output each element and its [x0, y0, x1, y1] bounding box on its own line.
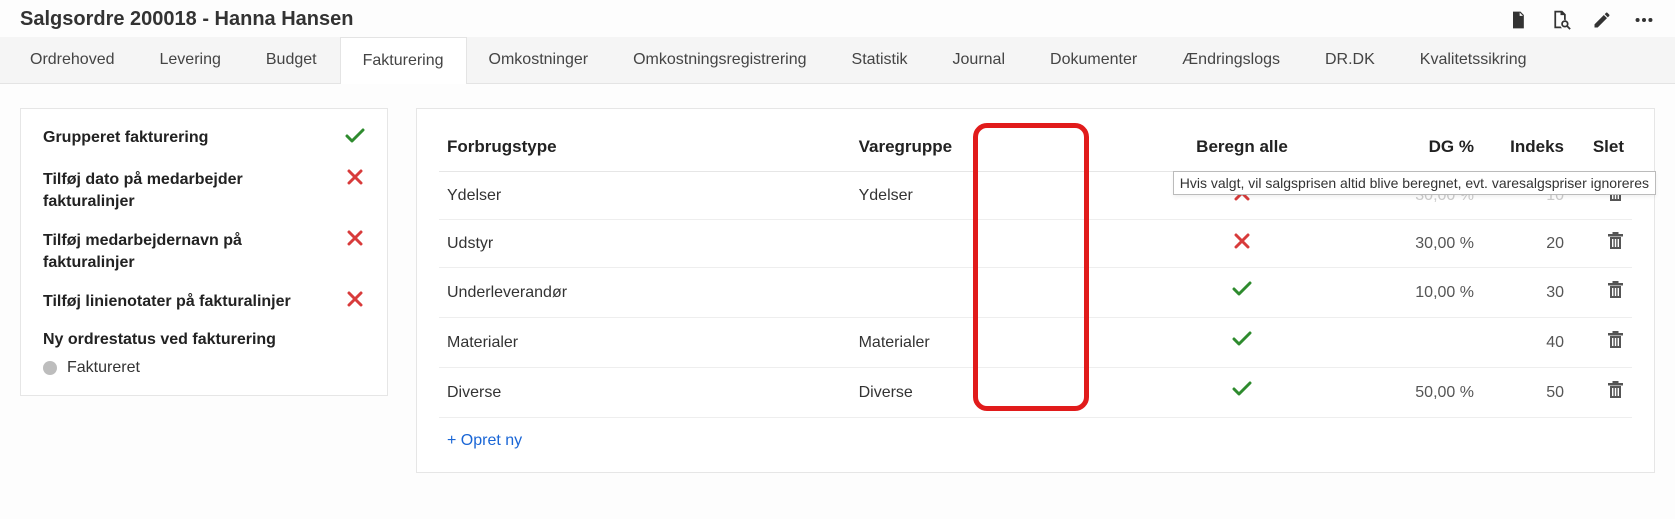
page-title: Salgsordre 200018 - Hanna Hansen	[20, 8, 353, 31]
cross-icon[interactable]	[345, 169, 365, 189]
cell-varegruppe[interactable]: Ydelser	[851, 172, 1182, 220]
document-icon[interactable]	[1507, 9, 1529, 31]
cell-indeks[interactable]: 40	[1482, 318, 1572, 368]
col-indeks[interactable]: Indeks	[1482, 127, 1572, 172]
cross-icon[interactable]	[345, 230, 365, 250]
cell-forbrugstype[interactable]: Diverse	[439, 368, 851, 418]
table-panel: Forbrugstype Varegruppe Beregn alle DG %…	[416, 108, 1655, 473]
header-actions	[1507, 9, 1655, 31]
tab-ordrehoved[interactable]: Ordrehoved	[8, 37, 138, 83]
col-beregn-alle[interactable]: Beregn alle	[1182, 127, 1302, 172]
tab-levering[interactable]: Levering	[138, 37, 244, 83]
col-forbrugstype[interactable]: Forbrugstype	[439, 127, 851, 172]
content-area: Grupperet fakturering Tilføj dato på meda…	[0, 84, 1675, 497]
cell-dg[interactable]	[1302, 318, 1482, 368]
col-dg-pct[interactable]: DG %	[1302, 127, 1482, 172]
cell-varegruppe[interactable]	[851, 220, 1182, 268]
status-label: Ny ordrestatus ved fakturering	[43, 331, 365, 349]
tab-journal[interactable]: Journal	[931, 37, 1028, 83]
check-icon[interactable]	[345, 127, 365, 151]
cell-indeks[interactable]: 50	[1482, 368, 1572, 418]
edit-icon[interactable]	[1591, 9, 1613, 31]
radio-dot-icon	[43, 361, 57, 375]
setting-row: Tilføj dato på medarbejder fakturalinjer	[43, 169, 365, 212]
delete-button[interactable]	[1572, 368, 1632, 418]
cross-icon[interactable]	[345, 291, 365, 311]
page-header: Salgsordre 200018 - Hanna Hansen	[0, 0, 1675, 37]
cell-dg[interactable]: 10,00 %	[1302, 268, 1482, 318]
more-icon[interactable]	[1633, 9, 1655, 31]
status-radio[interactable]: Faktureret	[43, 359, 365, 377]
tab-omkostninger[interactable]: Omkostninger	[467, 37, 612, 83]
create-row: + Opret ny	[439, 418, 1632, 454]
cross-icon[interactable]	[1182, 220, 1302, 268]
check-icon[interactable]	[1182, 268, 1302, 318]
status-value: Faktureret	[67, 359, 140, 377]
tab-statistik[interactable]: Statistik	[830, 37, 931, 83]
status-section: Ny ordrestatus ved fakturering Faktureret	[43, 331, 365, 377]
cell-varegruppe[interactable]	[851, 268, 1182, 318]
setting-row: Tilføj linienotater på fakturalinjer	[43, 291, 365, 313]
table-row[interactable]: MaterialerMaterialer 40	[439, 318, 1632, 368]
setting-label: Tilføj linienotater på fakturalinjer	[43, 291, 291, 313]
col-slet[interactable]: Slet	[1572, 127, 1632, 172]
setting-label: Tilføj dato på medarbejder fakturalinjer	[43, 169, 333, 212]
tab-fakturering[interactable]: Fakturering	[340, 37, 467, 84]
check-icon[interactable]	[1182, 368, 1302, 418]
tab-ændringslogs[interactable]: Ændringslogs	[1160, 37, 1303, 83]
setting-label: Tilføj medarbejdernavn på fakturalinjer	[43, 230, 333, 273]
delete-button[interactable]	[1572, 268, 1632, 318]
find-document-icon[interactable]	[1549, 9, 1571, 31]
table-row[interactable]: DiverseDiverse 50,00 %50	[439, 368, 1632, 418]
delete-button[interactable]	[1572, 220, 1632, 268]
col-varegruppe[interactable]: Varegruppe	[851, 127, 1182, 172]
cell-forbrugstype[interactable]: Underleverandør	[439, 268, 851, 318]
cell-indeks[interactable]: 20	[1482, 220, 1572, 268]
cell-varegruppe[interactable]: Materialer	[851, 318, 1182, 368]
setting-label: Grupperet fakturering	[43, 127, 208, 149]
tab-kvalitetssikring[interactable]: Kvalitetssikring	[1398, 37, 1550, 83]
cell-forbrugstype[interactable]: Materialer	[439, 318, 851, 368]
tab-budget[interactable]: Budget	[244, 37, 340, 83]
cell-dg[interactable]: 50,00 %	[1302, 368, 1482, 418]
tab-dokumenter[interactable]: Dokumenter	[1028, 37, 1160, 83]
table-row[interactable]: Udstyr 30,00 %20	[439, 220, 1632, 268]
tab-bar: OrdrehovedLeveringBudgetFaktureringOmkos…	[0, 37, 1675, 84]
setting-row: Grupperet fakturering	[43, 127, 365, 151]
tooltip-beregn-alle: Hvis valgt, vil salgsprisen altid blive …	[1173, 171, 1656, 195]
setting-row: Tilføj medarbejdernavn på fakturalinjer	[43, 230, 365, 273]
cell-forbrugstype[interactable]: Ydelser	[439, 172, 851, 220]
create-new-link[interactable]: + Opret ny	[447, 432, 522, 449]
check-icon[interactable]	[1182, 318, 1302, 368]
cell-dg[interactable]: 30,00 %	[1302, 220, 1482, 268]
tab-omkostningsregistrering[interactable]: Omkostningsregistrering	[611, 37, 829, 83]
tab-dr-dk[interactable]: DR.DK	[1303, 37, 1398, 83]
cell-varegruppe[interactable]: Diverse	[851, 368, 1182, 418]
cell-indeks[interactable]: 30	[1482, 268, 1572, 318]
table-row[interactable]: Underleverandør 10,00 %30	[439, 268, 1632, 318]
cell-forbrugstype[interactable]: Udstyr	[439, 220, 851, 268]
settings-panel: Grupperet fakturering Tilføj dato på meda…	[20, 108, 388, 396]
delete-button[interactable]	[1572, 318, 1632, 368]
